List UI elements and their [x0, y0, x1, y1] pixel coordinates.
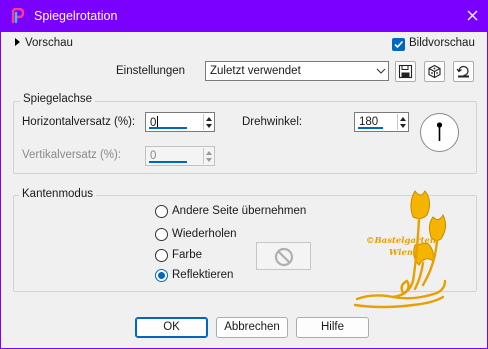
angle-dial[interactable] — [420, 113, 459, 152]
mirror-axis-title: Spiegelachse — [20, 93, 96, 105]
title-bar[interactable]: Spiegelrotation — [1, 1, 487, 32]
bild-preview-label: Bildvorschau — [409, 37, 475, 49]
watermark-line-2: Wien — [388, 248, 414, 258]
preview-label: Vorschau — [25, 37, 73, 49]
v-offset-arrows[interactable] — [203, 148, 213, 164]
spin-down-icon[interactable] — [206, 124, 212, 128]
window-title: Spiegelrotation — [34, 9, 118, 23]
bild-preview-checkbox[interactable] — [392, 38, 405, 51]
cancel-button[interactable]: Abbrechen — [216, 317, 288, 338]
settings-value: Zuletzt verwendet — [210, 65, 301, 77]
radio-repeat-label[interactable]: Wiederholen — [172, 228, 237, 240]
color-swatch[interactable] — [256, 242, 311, 270]
save-preset-button[interactable] — [395, 61, 416, 82]
close-icon — [467, 10, 477, 21]
radio-color-label[interactable]: Farbe — [172, 249, 202, 261]
h-offset-slider-bar — [149, 127, 187, 129]
chevron-down-icon — [376, 68, 386, 74]
close-button[interactable] — [461, 6, 483, 26]
settings-dropdown[interactable]: Zuletzt verwendet — [205, 61, 389, 81]
ok-button[interactable]: OK — [135, 317, 208, 338]
expand-triangle-icon — [15, 38, 20, 46]
radio-other-side-label[interactable]: Andere Seite übernehmen — [172, 205, 306, 217]
radio-repeat[interactable] — [155, 228, 168, 241]
spin-up-icon[interactable] — [206, 117, 212, 121]
radio-color[interactable] — [155, 249, 168, 262]
app-icon — [11, 8, 25, 24]
load-preset-button[interactable] — [424, 61, 445, 82]
spin-down-icon[interactable] — [400, 124, 406, 128]
prohibited-icon — [274, 247, 294, 267]
radio-other-side[interactable] — [155, 205, 168, 218]
angle-spinner[interactable]: 180 — [354, 112, 409, 132]
watermark-logo: ©Bastelgarten Wien — [353, 185, 449, 313]
spin-up-icon[interactable] — [400, 117, 406, 121]
h-offset-spinner[interactable]: 0 — [145, 112, 215, 132]
preset-cube-icon — [428, 64, 441, 79]
spin-down-icon[interactable] — [206, 158, 212, 162]
reset-icon — [456, 65, 469, 78]
settings-label: Einstellungen — [116, 65, 186, 77]
angle-arrows[interactable] — [397, 114, 407, 130]
reset-button[interactable] — [453, 61, 474, 82]
v-offset-spinner[interactable]: 0 — [145, 146, 215, 166]
checkmark-icon — [394, 40, 404, 49]
h-offset-arrows[interactable] — [203, 114, 213, 130]
dial-needle-icon — [436, 122, 443, 141]
preview-toggle[interactable]: Vorschau — [15, 37, 73, 49]
dialog-window: Spiegelrotation Vorschau Bildvorschau Ei… — [0, 0, 488, 349]
angle-slider-bar — [358, 127, 383, 129]
angle-label: Drehwinkel: — [242, 116, 303, 128]
v-offset-label: Vertikalversatz (%): — [22, 149, 122, 161]
h-offset-label: Horizontalversatz (%): — [22, 116, 136, 128]
radio-reflect[interactable] — [155, 269, 168, 282]
watermark-line-1: ©Bastelgarten — [366, 236, 436, 246]
save-icon — [398, 64, 413, 79]
radio-reflect-label[interactable]: Reflektieren — [172, 269, 233, 281]
edge-mode-title: Kantenmodus — [19, 188, 96, 200]
help-button[interactable]: Hilfe — [296, 317, 369, 338]
v-offset-slider-bar — [149, 161, 187, 163]
spin-up-icon[interactable] — [206, 151, 212, 155]
